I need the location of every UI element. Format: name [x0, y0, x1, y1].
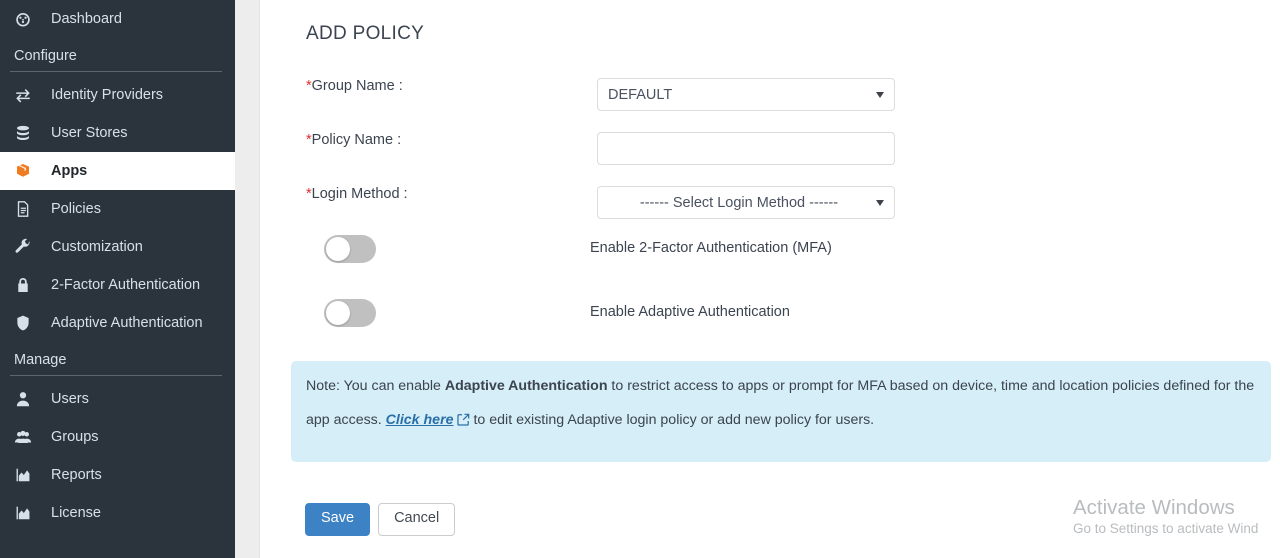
sidebar-item-label: Users: [51, 390, 89, 407]
toggle-row-adaptive: Enable Adaptive Authentication: [306, 299, 1266, 329]
page-title: ADD POLICY: [306, 23, 425, 44]
group-name-select[interactable]: DEFAULT: [597, 78, 895, 111]
policy-name-label: *Policy Name :: [306, 132, 402, 148]
sidebar-item-label: Dashboard: [51, 10, 122, 27]
toggle-knob: [326, 237, 350, 261]
sidebar-item-apps[interactable]: Apps: [0, 152, 235, 190]
mfa-toggle[interactable]: [324, 235, 376, 263]
click-here-link[interactable]: Click here: [386, 412, 454, 428]
document-icon: [14, 199, 40, 219]
note-line-1: Note: You can enable Adaptive Authentica…: [306, 378, 1255, 394]
sidebar-section-manage: Manage: [14, 352, 67, 368]
box-icon: [14, 161, 40, 181]
sidebar-item-groups[interactable]: Groups: [0, 418, 235, 456]
chart-area-icon: [14, 465, 40, 485]
sidebar-item-label: License: [51, 504, 101, 521]
sidebar-divider: [10, 71, 222, 72]
sidebar-item-label: Apps: [51, 162, 88, 179]
sidebar-item-label: User Stores: [51, 124, 128, 141]
wrench-icon: [14, 237, 40, 257]
sidebar-item-dashboard[interactable]: Dashboard: [0, 0, 235, 38]
sidebar-item-label: Groups: [51, 428, 99, 445]
sidebar-item-label: Policies: [51, 200, 101, 217]
content-gutter: [235, 0, 259, 558]
mfa-toggle-label: Enable 2-Factor Authentication (MFA): [590, 240, 832, 256]
toggle-row-mfa: Enable 2-Factor Authentication (MFA): [306, 235, 1266, 265]
sidebar-item-adaptive-authentication[interactable]: Adaptive Authentication: [0, 304, 235, 342]
save-button[interactable]: Save: [305, 503, 371, 536]
sidebar-item-user-stores[interactable]: User Stores: [0, 114, 235, 152]
sidebar-divider: [10, 375, 222, 376]
adaptive-toggle-label: Enable Adaptive Authentication: [590, 304, 790, 320]
users-group-icon: [14, 427, 40, 447]
note-line-2: app access. Click here to edit existing A…: [306, 412, 875, 429]
sidebar-item-label: Identity Providers: [51, 86, 164, 103]
login-method-select[interactable]: ------ Select Login Method ------: [597, 186, 895, 219]
shield-icon: [14, 313, 40, 333]
app-root: Dashboard Configure Identity Providers User…: [0, 0, 1280, 558]
policy-name-input[interactable]: [597, 132, 895, 165]
chevron-down-icon: [876, 91, 884, 98]
sidebar-item-label: Customization: [51, 238, 143, 255]
sidebar-item-reports[interactable]: Reports: [0, 456, 235, 494]
login-method-value: ------ Select Login Method ------: [639, 194, 839, 211]
toggle-knob: [326, 301, 350, 325]
sidebar-item-label: Reports: [51, 466, 102, 483]
dashboard-gauge-icon: [14, 9, 40, 29]
sidebar-item-license[interactable]: License: [0, 494, 235, 532]
form-actions: Save Cancel: [305, 503, 456, 536]
exchange-arrows-icon: [14, 85, 40, 105]
database-icon: [14, 123, 40, 143]
adaptive-toggle[interactable]: [324, 299, 376, 327]
sidebar-item-policies[interactable]: Policies: [0, 190, 235, 228]
group-name-label: *Group Name :: [306, 78, 403, 94]
sidebar-item-users[interactable]: Users: [0, 380, 235, 418]
lock-icon: [14, 275, 40, 295]
sidebar-item-label: 2-Factor Authentication: [51, 276, 201, 293]
chart-area-icon: [14, 503, 40, 523]
sidebar-item-customization[interactable]: Customization: [0, 228, 235, 266]
sidebar-item-identity-providers[interactable]: Identity Providers: [0, 76, 235, 114]
cancel-button[interactable]: Cancel: [378, 503, 456, 536]
group-name-value: DEFAULT: [608, 86, 673, 103]
content-panel: ADD POLICY *Group Name : DEFAULT *Policy…: [259, 0, 1280, 558]
sidebar-section-configure: Configure: [14, 48, 77, 64]
sidebar-item-two-factor-authentication[interactable]: 2-Factor Authentication: [0, 266, 235, 304]
sidebar-item-label: Adaptive Authentication: [51, 314, 203, 331]
chevron-down-icon: [876, 199, 884, 206]
login-method-label: *Login Method :: [306, 186, 408, 202]
sidebar: Dashboard Configure Identity Providers User…: [0, 0, 235, 558]
user-icon: [14, 389, 40, 409]
note-box: Note: You can enable Adaptive Authentica…: [291, 361, 1271, 462]
external-link-icon: [457, 413, 470, 429]
